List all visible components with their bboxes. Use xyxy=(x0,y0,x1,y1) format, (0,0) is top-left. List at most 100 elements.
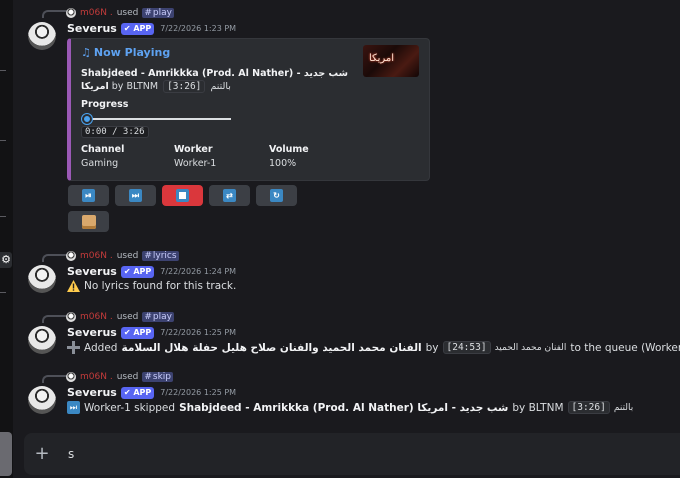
command-name: play xyxy=(152,8,172,18)
skip-icon: ⏭ xyxy=(67,401,80,414)
slash-command[interactable]: #play xyxy=(142,312,174,322)
lyrics-scroll-icon xyxy=(81,214,96,229)
divider xyxy=(0,216,6,217)
song-duration: [3:26] xyxy=(567,401,610,414)
timestamp: 7/22/2026 1:25 PM xyxy=(160,388,237,397)
command-name: skip xyxy=(152,372,172,382)
progress-knob xyxy=(82,114,92,124)
app-badge: ✔ APP xyxy=(120,22,155,35)
field-name-worker: Worker xyxy=(174,144,213,155)
avatar[interactable] xyxy=(28,265,56,293)
embed-title-text: Now Playing xyxy=(93,46,171,59)
field-value-worker: Worker-1 xyxy=(174,158,217,169)
command-name: lyrics xyxy=(152,251,177,261)
play-pause-icon: ⏯ xyxy=(82,189,95,202)
music-note-icon: ♫ xyxy=(81,46,91,59)
app-badge: ✔ APP xyxy=(120,326,155,339)
progress-time: 0:00 / 3:26 xyxy=(81,126,149,138)
app-badge: ✔ APP xyxy=(120,265,155,278)
play-pause-button[interactable]: ⏯ xyxy=(68,185,109,206)
user-thumbnail[interactable] xyxy=(0,432,12,476)
server-sidebar-edge: ⚙ xyxy=(0,0,13,478)
field-value-channel: Gaming xyxy=(81,158,119,169)
progress-bar xyxy=(83,118,231,120)
reply-username[interactable]: m06N . xyxy=(80,372,113,382)
shuffle-button[interactable]: ⇄ xyxy=(209,185,250,206)
artist-name: BLTNM xyxy=(126,81,159,92)
skip-icon: ⏭ xyxy=(129,189,142,202)
timestamp: 7/22/2026 1:23 PM xyxy=(160,24,237,33)
avatar[interactable] xyxy=(28,326,56,354)
add-attachment-button[interactable]: + xyxy=(24,433,60,475)
author-name[interactable]: Severus xyxy=(67,22,117,35)
song-title: الفنان محمد الحميد والفنان صلاح هليل حفل… xyxy=(121,341,422,354)
avatar xyxy=(66,251,76,261)
song-duration: [3:26] xyxy=(163,80,206,93)
queue-suffix: to the queue (Worker-1) xyxy=(570,341,680,354)
author-name[interactable]: Severus xyxy=(67,326,117,339)
divider xyxy=(0,140,6,141)
progress-label: Progress xyxy=(81,99,129,110)
by-artist: by BLTNM xyxy=(512,401,564,414)
command-reply[interactable]: m06N . used #lyrics xyxy=(66,250,179,262)
lyrics-message: No lyrics found for this track. xyxy=(84,280,237,292)
slash-command[interactable]: #play xyxy=(142,8,174,18)
embed-description: Shabjdeed - Amrikkka (Prod. Al Nather) ش… xyxy=(81,67,351,93)
song-title: Shabjdeed - Amrikkka (Prod. Al Nather) ش… xyxy=(179,401,509,414)
timestamp: 7/22/2026 1:24 PM xyxy=(160,267,237,276)
avatar[interactable] xyxy=(28,386,56,414)
message-content: No lyrics found for this track. xyxy=(67,280,236,292)
author-name[interactable]: Severus xyxy=(67,265,117,278)
avatar[interactable] xyxy=(28,22,56,50)
plus-icon xyxy=(67,341,80,354)
badge-label: APP xyxy=(133,327,152,337)
badge-label: APP xyxy=(133,387,152,397)
reply-action: used xyxy=(116,251,139,261)
repeat-button[interactable]: ↻ xyxy=(256,185,297,206)
badge-label: APP xyxy=(133,23,152,33)
now-playing-embed: ♫ Now Playing امريكا Shabjdeed - Amrikkk… xyxy=(67,38,430,181)
timestamp: 7/22/2026 1:25 PM xyxy=(160,328,237,337)
message-input[interactable] xyxy=(60,433,680,475)
divider xyxy=(0,70,6,71)
reply-username[interactable]: m06N . xyxy=(80,312,113,322)
avatar xyxy=(66,8,76,18)
added-label: Added xyxy=(84,341,118,354)
warning-icon xyxy=(67,280,80,292)
command-reply[interactable]: m06N . used #play xyxy=(66,7,174,19)
artist-suffix: بالتنم xyxy=(210,81,231,92)
field-value-volume: 100% xyxy=(269,158,297,169)
reply-action: used xyxy=(116,372,139,382)
skipped-label: Worker-1 skipped xyxy=(84,401,176,414)
repeat-icon: ↻ xyxy=(270,189,283,202)
reply-username[interactable]: m06N . xyxy=(80,8,113,18)
embed-title: ♫ Now Playing xyxy=(81,46,170,59)
divider xyxy=(0,292,6,293)
lyrics-button[interactable] xyxy=(68,211,109,232)
song-duration: [24:53] xyxy=(442,341,491,354)
author-name[interactable]: Severus xyxy=(67,386,117,399)
app-badge: ✔ APP xyxy=(120,386,155,399)
message-content: ⏭ Worker-1 skipped Shabjdeed - Amrikkka … xyxy=(67,401,633,414)
reply-action: used xyxy=(116,312,139,322)
field-name-channel: Channel xyxy=(81,144,125,155)
command-reply[interactable]: m06N . used #skip xyxy=(66,371,174,383)
artist-suffix: بالتنم xyxy=(613,402,634,413)
avatar xyxy=(66,312,76,322)
avatar xyxy=(66,372,76,382)
slash-command[interactable]: #skip xyxy=(142,372,174,382)
slash-command[interactable]: #lyrics xyxy=(142,251,179,261)
by-label: by xyxy=(425,341,439,354)
album-thumbnail[interactable]: امريكا xyxy=(363,45,419,77)
gear-icon[interactable]: ⚙ xyxy=(0,252,12,268)
message-composer: + xyxy=(24,433,680,475)
command-name: play xyxy=(152,312,172,322)
by-label: by xyxy=(111,81,124,92)
command-reply[interactable]: m06N . used #play xyxy=(66,311,174,323)
skip-button[interactable]: ⏭ xyxy=(115,185,156,206)
shuffle-icon: ⇄ xyxy=(223,189,236,202)
stop-icon xyxy=(176,189,189,202)
stop-button[interactable] xyxy=(162,185,203,206)
thumbnail-text: امريكا xyxy=(369,53,395,64)
reply-username[interactable]: m06N . xyxy=(80,251,113,261)
